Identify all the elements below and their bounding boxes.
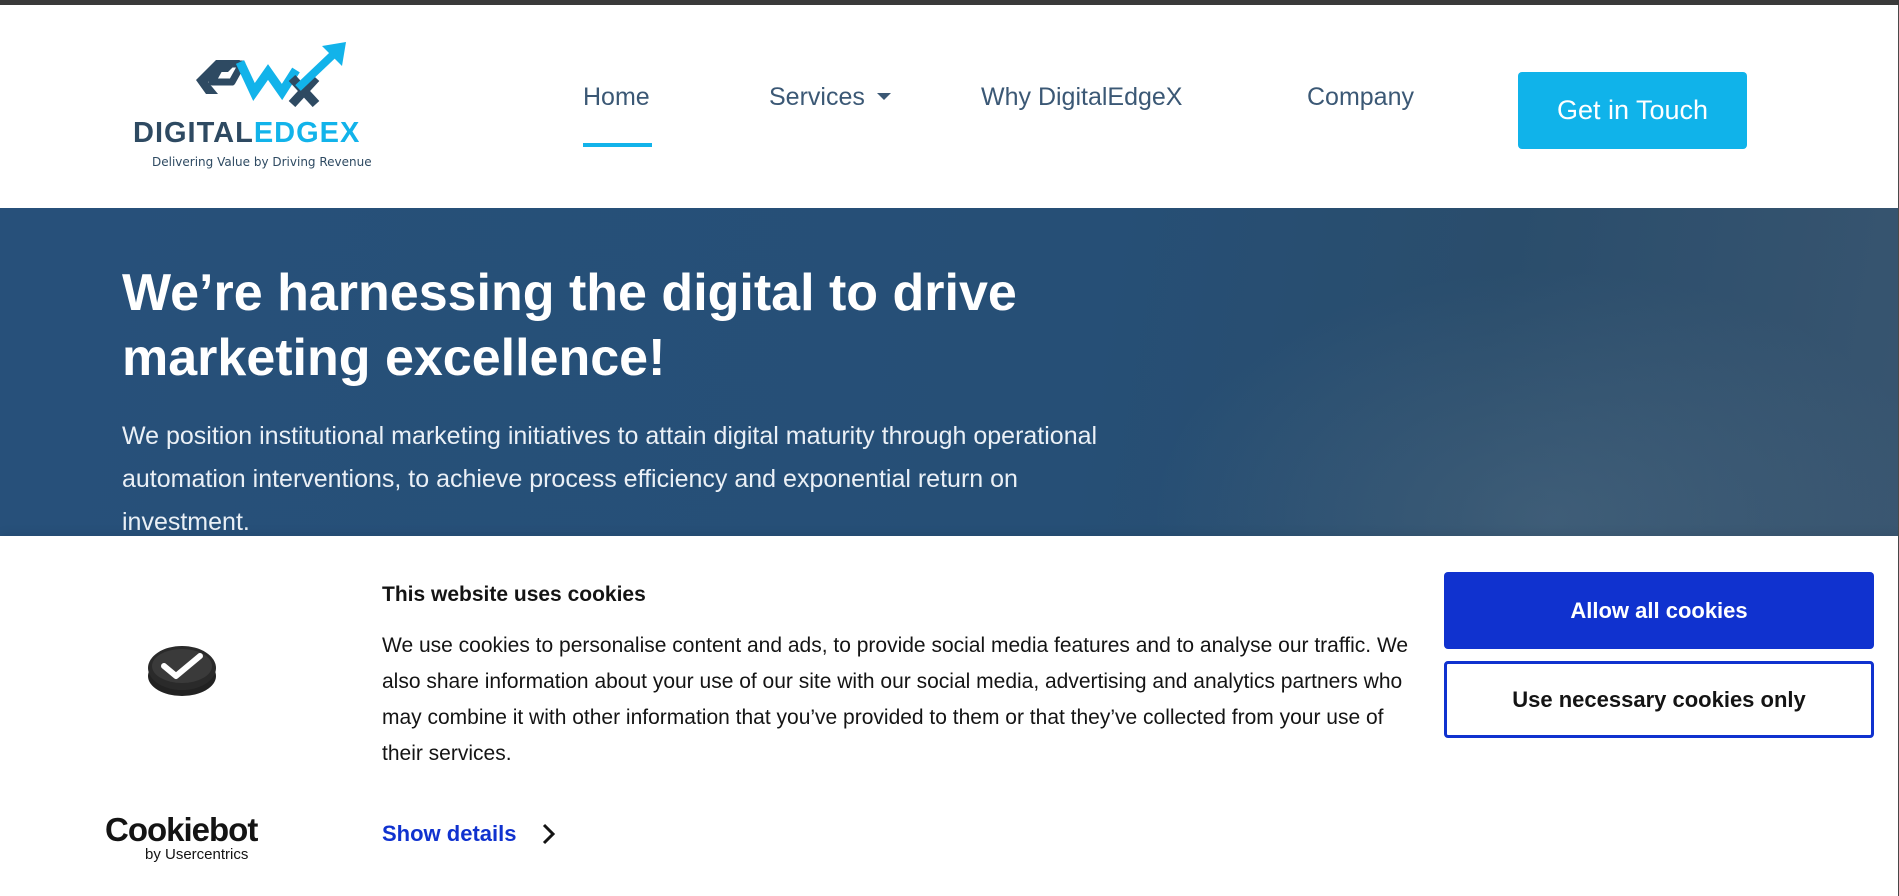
nav-company[interactable]: Company [1307,83,1414,112]
logo-mark-icon [196,42,346,107]
chevron-right-icon [543,823,556,845]
cookiebot-logo[interactable]: Cookiebot by Usercentrics [105,811,258,863]
cookie-banner-text: We use cookies to personalise content an… [382,634,1409,765]
cookie-consent-icon [148,646,216,696]
cookiebot-byline: by Usercentrics [145,846,249,863]
nav-services-label: Services [769,83,865,111]
site-header: DIGITALEDGEX Delivering Value by Driving… [0,5,1898,208]
active-nav-indicator [583,143,652,147]
show-details-label: Show details [382,821,517,846]
allow-all-cookies-button[interactable]: Allow all cookies [1444,572,1874,649]
logo-wordmark: DIGITALEDGEX [133,117,361,149]
get-in-touch-button[interactable]: Get in Touch [1518,72,1747,149]
nav-why-digitaledgex[interactable]: Why DigitalEdgeX [981,83,1182,112]
cookiebot-wordmark: Cookiebot [105,811,258,848]
cookie-banner-title: This website uses cookies [382,583,646,606]
hero-title: We’re harnessing the digital to drive ma… [122,264,1017,387]
nav-home[interactable]: Home [583,83,650,112]
site-logo[interactable]: DIGITALEDGEX Delivering Value by Driving… [133,42,413,182]
nav-services[interactable]: Services [769,83,891,112]
use-necessary-cookies-button[interactable]: Use necessary cookies only [1444,661,1874,738]
cookie-consent-banner: Cookiebot by Usercentrics This website u… [0,536,1898,896]
caret-down-icon [876,92,891,100]
show-details-link[interactable]: Show details [382,821,556,847]
hero-subtitle: We position institutional marketing init… [122,422,1098,536]
logo-tagline: Delivering Value by Driving Revenue [152,155,372,169]
